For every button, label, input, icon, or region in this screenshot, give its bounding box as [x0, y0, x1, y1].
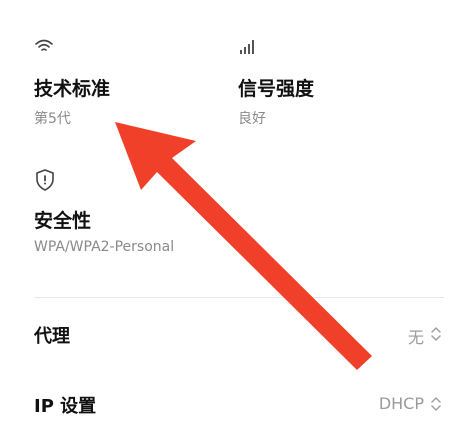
ip-settings-label: IP 设置	[34, 396, 97, 417]
security-title: 安全性	[34, 210, 92, 232]
proxy-row[interactable]: 代理 无	[0, 308, 464, 360]
signal-strength-block: 信号强度 良好	[238, 36, 398, 127]
shield-icon	[34, 168, 56, 196]
ip-settings-value: DHCP	[378, 394, 424, 413]
tech-standard-block: 技术标准 第5代	[34, 36, 194, 127]
proxy-value: 无	[407, 328, 424, 347]
signal-strength-value: 良好	[238, 111, 266, 127]
chevron-updown-icon	[430, 395, 442, 417]
wifi-icon	[34, 38, 54, 58]
chevron-updown-icon	[430, 325, 442, 347]
proxy-label: 代理	[34, 326, 70, 347]
tech-standard-title: 技术标准	[34, 78, 111, 100]
security-value: WPA/WPA2-Personal	[34, 239, 175, 255]
ip-settings-row[interactable]: IP 设置 DHCP	[0, 378, 464, 430]
signal-strength-title: 信号强度	[238, 78, 315, 100]
security-block: 安全性 WPA/WPA2-Personal	[34, 168, 254, 260]
signal-bars-icon	[238, 38, 260, 58]
tech-standard-value: 第5代	[34, 111, 71, 127]
section-divider	[34, 297, 444, 298]
